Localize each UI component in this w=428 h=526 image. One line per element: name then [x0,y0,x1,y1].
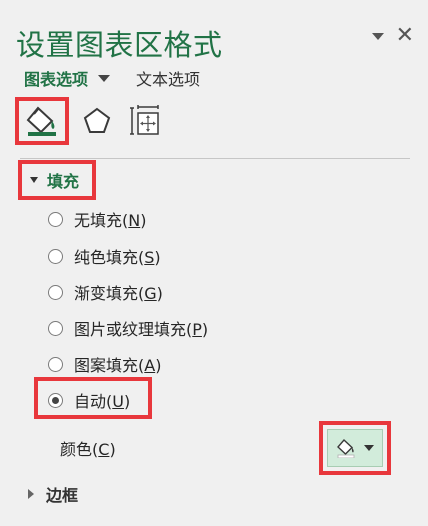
pane-title: 设置图表区格式 [16,28,223,62]
pentagon-effects-icon [83,107,111,133]
size-properties-button[interactable] [126,100,164,142]
border-section-header[interactable]: 边框 [28,482,78,506]
pane-options-dropdown-icon[interactable] [371,32,384,40]
radio-button[interactable] [48,320,63,336]
fill-color-button[interactable] [327,429,383,467]
radio-label: 纯色填充(S) [74,248,161,267]
radio-solid-fill[interactable]: 纯色填充(S) [48,244,161,268]
fill-line-icon [26,106,56,136]
radio-pattern-fill[interactable]: 图案填充(A) [48,352,161,376]
radio-button[interactable] [48,356,63,372]
format-chart-area-pane: 设置图表区格式 ✕ 图表选项 文本选项 填充 无填充(N) 纯色填充(S) 渐变… [0,0,428,526]
fill-line-button[interactable] [15,97,69,145]
fill-section-label: 填充 [47,172,80,191]
tab-text-options[interactable]: 文本选项 [136,66,200,90]
radio-no-fill[interactable]: 无填充(N) [48,207,146,231]
effects-button[interactable] [78,100,116,142]
radio-label: 无填充(N) [74,211,147,230]
color-label: 颜色(C) [60,440,116,459]
chevron-down-icon [364,445,374,451]
toolbar-divider [20,158,410,159]
radio-label: 渐变填充(G) [74,284,163,303]
color-button-highlight [319,421,391,475]
chart-options-dropdown-icon[interactable] [98,74,111,82]
radio-automatic[interactable]: 自动(U) [48,388,130,412]
pane-title-controls: ✕ [371,25,414,47]
radio-gradient-fill[interactable]: 渐变填充(G) [48,280,163,304]
border-section-label: 边框 [46,486,79,505]
radio-button-checked[interactable] [48,392,63,408]
radio-button[interactable] [48,248,63,264]
collapse-triangle-icon [30,177,38,183]
fill-section-header[interactable]: 填充 [18,160,96,200]
expand-triangle-icon [28,489,34,499]
size-properties-icon [130,105,159,135]
radio-label: 图片或纹理填充(P) [74,320,209,339]
close-icon[interactable]: ✕ [396,25,414,47]
radio-button[interactable] [48,211,63,227]
paint-bucket-icon [337,438,355,458]
tab-chart-options[interactable]: 图表选项 [24,66,88,90]
radio-button[interactable] [48,284,63,300]
radio-label: 图案填充(A) [74,356,162,375]
radio-label: 自动(U) [74,392,131,411]
pane-tabs: 图表选项 文本选项 [24,66,200,90]
radio-picture-texture-fill[interactable]: 图片或纹理填充(P) [48,316,208,340]
